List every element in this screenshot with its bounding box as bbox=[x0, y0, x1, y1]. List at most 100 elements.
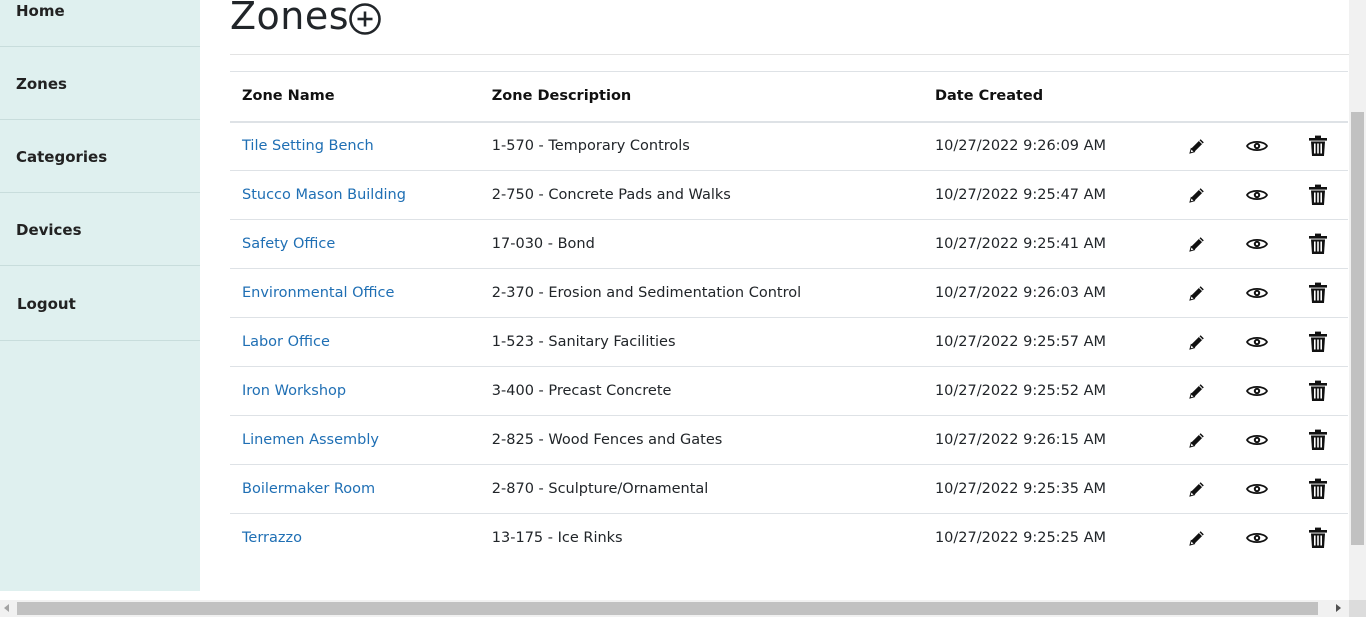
table-row: Stucco Mason Building 2-750 - Concrete Pa… bbox=[230, 171, 1348, 220]
edit-cell bbox=[1167, 122, 1227, 171]
sidebar-item-logout[interactable]: Logout bbox=[0, 266, 200, 341]
eye-icon[interactable] bbox=[1246, 334, 1269, 350]
trash-icon[interactable] bbox=[1308, 184, 1328, 205]
zone-name-cell: Labor Office bbox=[230, 318, 480, 367]
column-header-date-created[interactable]: Date Created bbox=[923, 72, 1167, 122]
zone-name-link[interactable]: Terrazzo bbox=[242, 530, 302, 546]
trash-icon[interactable] bbox=[1308, 527, 1328, 549]
view-cell bbox=[1227, 416, 1287, 465]
delete-cell bbox=[1288, 367, 1348, 416]
sidebar-item-label: Home bbox=[16, 2, 65, 20]
zone-name-link[interactable]: Tile Setting Bench bbox=[242, 138, 374, 154]
sidebar-item-zones[interactable]: Zones bbox=[0, 47, 200, 120]
view-cell bbox=[1227, 171, 1287, 220]
edit-cell bbox=[1167, 465, 1227, 514]
sidebar-item-home[interactable]: Home bbox=[0, 0, 200, 47]
trash-icon[interactable] bbox=[1308, 380, 1328, 401]
eye-icon[interactable] bbox=[1246, 138, 1269, 154]
title-divider bbox=[230, 54, 1350, 55]
eye-icon[interactable] bbox=[1246, 236, 1269, 252]
pencil-icon[interactable] bbox=[1187, 481, 1207, 497]
trash-icon[interactable] bbox=[1308, 233, 1328, 254]
zone-description-cell: 2-870 - Sculpture/Ornamental bbox=[491, 481, 709, 497]
view-cell bbox=[1227, 465, 1287, 514]
zone-name-cell: Stucco Mason Building bbox=[230, 171, 480, 220]
column-header-zone-name[interactable]: Zone Name bbox=[230, 72, 480, 122]
view-cell bbox=[1227, 367, 1287, 416]
eye-icon[interactable] bbox=[1246, 285, 1269, 301]
horizontal-scrollbar-thumb[interactable] bbox=[17, 602, 1318, 615]
zone-description-cell: 2-825 - Wood Fences and Gates bbox=[491, 432, 723, 448]
edit-cell bbox=[1167, 269, 1227, 318]
pencil-icon[interactable] bbox=[1187, 285, 1207, 301]
delete-cell bbox=[1288, 318, 1348, 367]
table-row: Tile Setting Bench 1-570 - Temporary Cont… bbox=[230, 122, 1348, 171]
plus-circle-icon[interactable] bbox=[348, 2, 382, 36]
zone-description-cell: 3-400 - Precast Concrete bbox=[491, 383, 672, 399]
trash-icon[interactable] bbox=[1308, 478, 1328, 499]
zone-name-cell: Terrazzo bbox=[230, 514, 480, 563]
table-row: Iron Workshop 3-400 - Precast Concrete 10/… bbox=[230, 367, 1348, 416]
trash-icon[interactable] bbox=[1308, 135, 1328, 157]
eye-icon[interactable] bbox=[1246, 383, 1269, 399]
scrollbar-corner bbox=[1349, 600, 1366, 617]
pencil-icon[interactable] bbox=[1187, 432, 1207, 448]
table-header-row: Zone Name Zone Description Date Created bbox=[230, 71, 1348, 122]
delete-cell bbox=[1288, 465, 1348, 514]
zone-name-link[interactable]: Labor Office bbox=[242, 334, 330, 350]
scroll-right-arrow-icon[interactable] bbox=[1336, 604, 1341, 612]
eye-icon[interactable] bbox=[1246, 432, 1269, 448]
column-header-delete bbox=[1288, 72, 1348, 122]
pencil-icon[interactable] bbox=[1187, 187, 1207, 203]
trash-icon[interactable] bbox=[1308, 331, 1328, 352]
zone-name-link[interactable]: Boilermaker Room bbox=[242, 481, 375, 497]
vertical-scrollbar-thumb[interactable] bbox=[1351, 112, 1364, 545]
column-header-zone-description[interactable]: Zone Description bbox=[480, 72, 923, 122]
pencil-icon[interactable] bbox=[1187, 383, 1207, 399]
zone-name-link[interactable]: Linemen Assembly bbox=[242, 432, 379, 448]
zone-name-link[interactable]: Iron Workshop bbox=[242, 383, 346, 399]
trash-icon[interactable] bbox=[1308, 429, 1328, 450]
trash-icon[interactable] bbox=[1308, 282, 1328, 303]
delete-cell bbox=[1288, 514, 1348, 563]
zone-name-link[interactable]: Safety Office bbox=[242, 236, 335, 252]
delete-cell bbox=[1288, 220, 1348, 269]
sidebar-item-devices[interactable]: Devices bbox=[0, 193, 200, 266]
zone-name-cell: Boilermaker Room bbox=[230, 465, 480, 514]
pencil-icon[interactable] bbox=[1187, 530, 1207, 546]
edit-cell bbox=[1167, 220, 1227, 269]
edit-cell bbox=[1167, 171, 1227, 220]
delete-cell bbox=[1288, 269, 1348, 318]
view-cell bbox=[1227, 514, 1287, 563]
view-cell bbox=[1227, 269, 1287, 318]
zone-description-cell: 13-175 - Ice Rinks bbox=[491, 530, 623, 547]
delete-cell bbox=[1288, 171, 1348, 220]
zone-name-link[interactable]: Stucco Mason Building bbox=[242, 187, 406, 203]
zone-description-cell: 1-523 - Sanitary Facilities bbox=[491, 334, 676, 350]
eye-icon[interactable] bbox=[1246, 187, 1269, 203]
date-created-cell: 10/27/2022 9:26:03 AM bbox=[934, 285, 1107, 301]
horizontal-scrollbar[interactable] bbox=[0, 600, 1349, 617]
delete-cell bbox=[1288, 122, 1348, 171]
main-content: Zones Zone Name Zone Description Date Cr… bbox=[230, 0, 1350, 591]
zone-name-cell: Safety Office bbox=[230, 220, 480, 269]
eye-icon[interactable] bbox=[1246, 530, 1269, 546]
scroll-left-arrow-icon[interactable] bbox=[4, 604, 9, 612]
vertical-scrollbar[interactable] bbox=[1349, 0, 1366, 600]
pencil-icon[interactable] bbox=[1187, 334, 1207, 350]
pencil-icon[interactable] bbox=[1187, 236, 1207, 252]
table-row: Linemen Assembly 2-825 - Wood Fences and … bbox=[230, 416, 1348, 465]
delete-cell bbox=[1288, 416, 1348, 465]
zone-name-link[interactable]: Environmental Office bbox=[242, 285, 394, 301]
table-row: Terrazzo 13-175 - Ice Rinks 10/27/2022 9:2… bbox=[230, 514, 1348, 563]
sidebar-item-label: Categories bbox=[16, 148, 108, 166]
sidebar-item-categories[interactable]: Categories bbox=[0, 120, 200, 193]
edit-cell bbox=[1167, 367, 1227, 416]
pencil-icon[interactable] bbox=[1187, 138, 1207, 154]
sidebar: Home Zones Categories Devices Logout bbox=[0, 0, 200, 591]
date-created-cell: 10/27/2022 9:25:41 AM bbox=[934, 236, 1107, 252]
table-row: Environmental Office 2-370 - Erosion and … bbox=[230, 269, 1348, 318]
eye-icon[interactable] bbox=[1246, 481, 1269, 497]
table-row: Safety Office 17-030 - Bond 10/27/2022 9:2… bbox=[230, 220, 1348, 269]
view-cell bbox=[1227, 220, 1287, 269]
